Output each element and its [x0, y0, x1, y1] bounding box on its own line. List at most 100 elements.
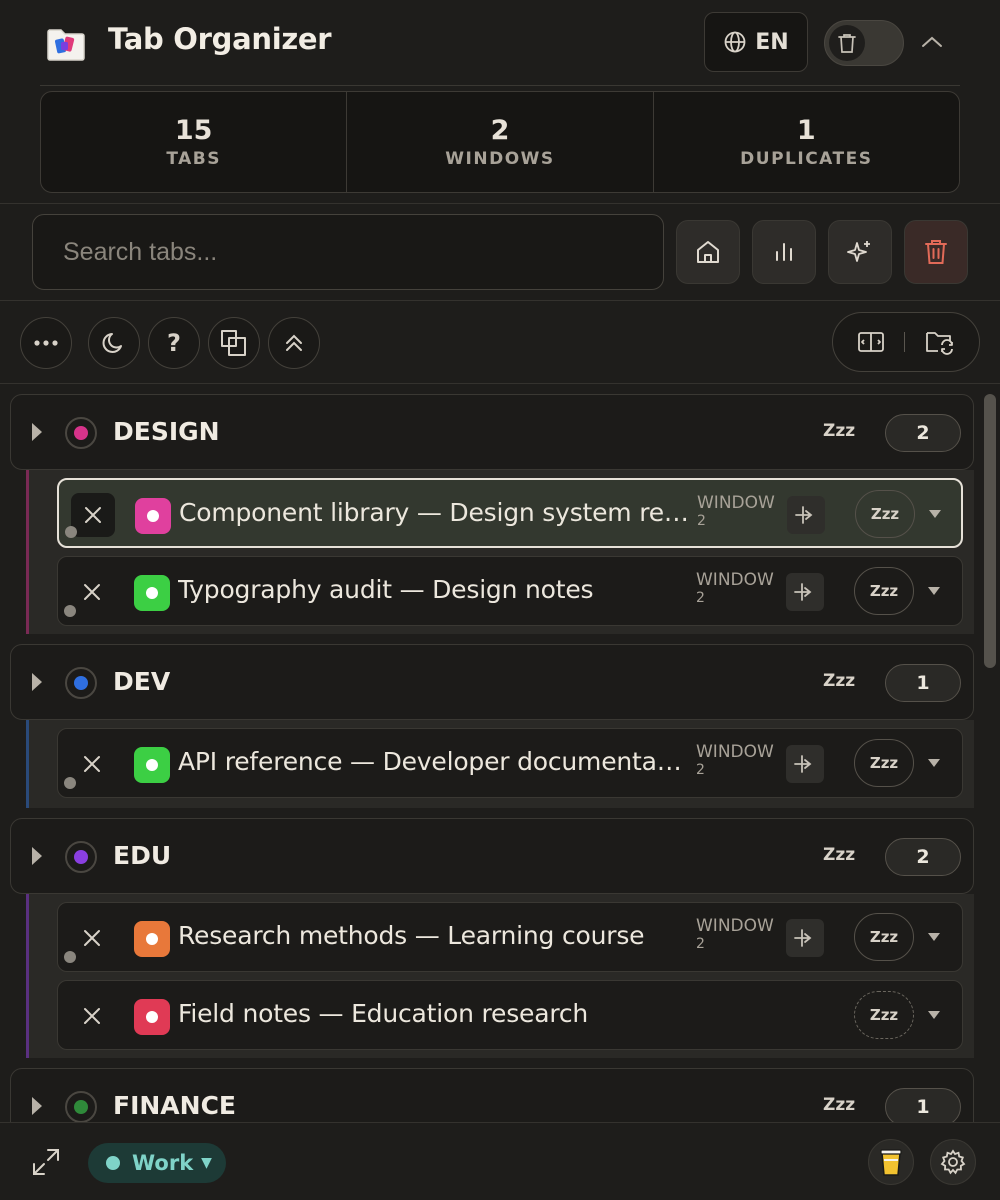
group-header-dev[interactable]: DEV Zzz 1 [10, 644, 974, 720]
buy-coffee-button[interactable] [868, 1139, 914, 1185]
group-tab-count: 1 [885, 664, 961, 702]
sleep-tab-button[interactable]: Zzz [854, 991, 914, 1039]
group-header-design[interactable]: DESIGN Zzz 2 [10, 394, 974, 470]
delete-button[interactable] [904, 220, 968, 284]
caret-right-icon[interactable] [29, 421, 45, 443]
caret-right-icon[interactable] [29, 845, 45, 867]
settings-button[interactable] [930, 1139, 976, 1185]
move-to-window-button[interactable] [786, 745, 824, 783]
window-number: 2 [697, 513, 706, 529]
group-name[interactable]: EDU [113, 841, 171, 870]
scrollbar-thumb[interactable] [984, 394, 996, 668]
search-input[interactable] [32, 214, 664, 290]
favicon-dot [146, 587, 158, 599]
tab-row[interactable]: Typography audit — Design notes WINDOW 2 … [57, 556, 963, 626]
footer: Work ▼ [0, 1122, 1000, 1200]
stat-windows: 2 WINDOWS [347, 92, 654, 192]
window-label: WINDOW [696, 570, 774, 590]
close-icon [85, 507, 101, 523]
tab-row[interactable]: Field notes — Education research Zzz [57, 980, 963, 1050]
group-color-dot [74, 1100, 88, 1114]
close-tab-button[interactable] [70, 570, 114, 614]
stat-label: TABS [166, 149, 221, 169]
globe-icon [723, 30, 747, 54]
dark-mode-button[interactable] [88, 317, 140, 369]
tab-title[interactable]: Research methods — Learning course [178, 921, 688, 950]
group-name[interactable]: DESIGN [113, 417, 220, 446]
divider [904, 332, 906, 352]
group-name[interactable]: FINANCE [113, 1091, 236, 1120]
close-tab-button[interactable] [70, 916, 114, 960]
help-icon: ? [167, 329, 181, 357]
group-sleep-button[interactable]: Zzz [823, 1095, 855, 1115]
chevron-down-icon[interactable] [926, 929, 942, 945]
sleep-tab-button[interactable]: Zzz [855, 490, 915, 538]
collapse-all-button[interactable] [268, 317, 320, 369]
trash-toggle[interactable] [824, 20, 904, 66]
stats-button[interactable] [752, 220, 816, 284]
tab-row[interactable]: API reference — Developer documentation … [57, 728, 963, 798]
move-to-window-button[interactable] [787, 496, 825, 534]
more-button[interactable] [20, 317, 72, 369]
sleep-tab-button[interactable]: Zzz [854, 739, 914, 787]
caret-right-icon[interactable] [29, 1095, 45, 1117]
window-number: 2 [696, 936, 705, 952]
sleep-tab-button[interactable]: Zzz [854, 567, 914, 615]
chevron-down-icon[interactable] [927, 506, 943, 522]
window-label: WINDOW [696, 916, 774, 936]
stat-duplicates[interactable]: 1 DUPLICATES [654, 92, 959, 192]
stat-value: 15 [174, 115, 213, 146]
group-sleep-button[interactable]: Zzz [823, 421, 855, 441]
folder-sync-icon[interactable] [924, 328, 956, 356]
chevron-down-icon[interactable] [926, 755, 942, 771]
stat-label: DUPLICATES [740, 149, 873, 169]
move-to-window-button[interactable] [786, 919, 824, 957]
workspace-color-dot [106, 1156, 120, 1170]
chevron-down-icon[interactable] [926, 1007, 942, 1023]
tab-title[interactable]: API reference — Developer documentation [178, 747, 688, 776]
tab-title[interactable]: Typography audit — Design notes [178, 575, 688, 604]
stat-label: WINDOWS [445, 149, 555, 169]
group-sleep-button[interactable]: Zzz [823, 671, 855, 691]
close-tab-button[interactable] [71, 493, 115, 537]
collapse-header-button[interactable] [916, 26, 948, 58]
group-name[interactable]: DEV [113, 667, 170, 696]
group-header-edu[interactable]: EDU Zzz 2 [10, 818, 974, 894]
move-to-window-button[interactable] [786, 573, 824, 611]
expand-icon[interactable] [30, 1146, 62, 1178]
split-view-icon[interactable] [856, 329, 886, 355]
group-body-edu: Research methods — Learning course WINDO… [26, 894, 974, 1058]
header-divider [40, 85, 960, 86]
home-icon [694, 238, 722, 266]
group-tab-count: 2 [885, 414, 961, 452]
tab-title[interactable]: Component library — Design system review [179, 498, 689, 527]
ai-organize-button[interactable] [828, 220, 892, 284]
move-icon [794, 583, 812, 601]
favicon-dot [147, 510, 159, 522]
close-tab-button[interactable] [70, 994, 114, 1038]
home-button[interactable] [676, 220, 740, 284]
help-button[interactable]: ? [148, 317, 200, 369]
tab-title[interactable]: Field notes — Education research [178, 999, 688, 1028]
favicon-dot [146, 933, 158, 945]
tab-row[interactable]: Research methods — Learning course WINDO… [57, 902, 963, 972]
divider [0, 300, 1000, 301]
tab-row[interactable]: Component library — Design system review… [57, 478, 963, 548]
caret-right-icon[interactable] [29, 671, 45, 693]
tab-status-dot [64, 777, 76, 789]
scrollbar[interactable] [984, 394, 996, 1122]
favicon-icon [134, 575, 170, 611]
group-color-indicator [65, 1091, 97, 1122]
group-sleep-button[interactable]: Zzz [823, 845, 855, 865]
gear-icon [939, 1148, 967, 1176]
trash-icon [923, 238, 949, 266]
chevron-up-icon [920, 34, 944, 50]
sleep-tab-button[interactable]: Zzz [854, 913, 914, 961]
duplicate-button[interactable] [208, 317, 260, 369]
language-button[interactable]: EN [704, 12, 808, 72]
move-icon [794, 755, 812, 773]
close-tab-button[interactable] [70, 742, 114, 786]
group-header-finance[interactable]: FINANCE Zzz 1 [10, 1068, 974, 1122]
chevron-down-icon[interactable] [926, 583, 942, 599]
workspace-selector[interactable]: Work ▼ [88, 1143, 226, 1183]
